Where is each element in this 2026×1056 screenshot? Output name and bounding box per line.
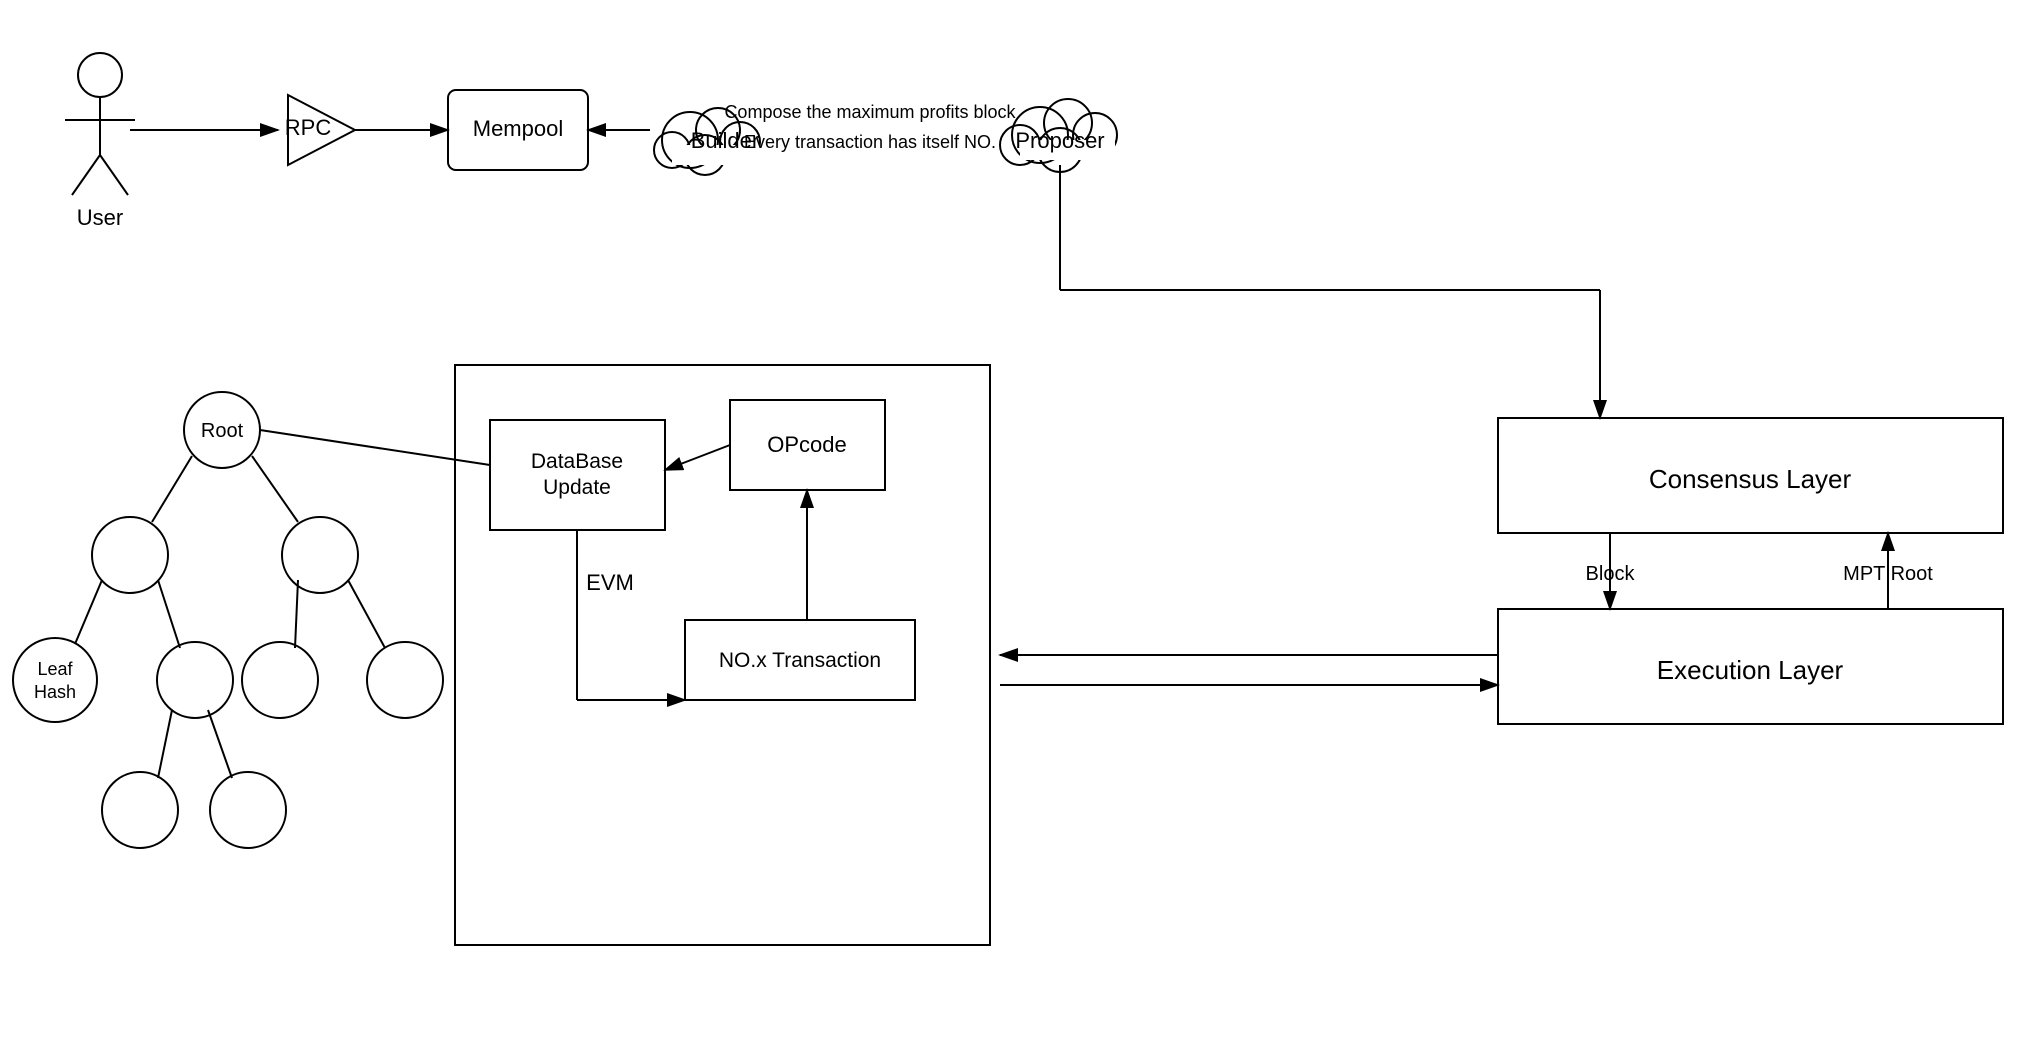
- l1-left-ll-line: [75, 580, 102, 644]
- tree-node-l2-rl: [242, 642, 318, 718]
- diagram-canvas: User RPC Mempool Builder Compose the max…: [0, 0, 2026, 1056]
- root-l1-left-line: [152, 456, 192, 522]
- tree-node-l1-left: [92, 517, 168, 593]
- opcode-label: OPcode: [767, 432, 847, 457]
- database-update-label2: Update: [543, 476, 611, 499]
- tree-node-l3-2: [210, 772, 286, 848]
- database-update-label1: DataBase: [531, 450, 623, 473]
- l1-left-lr-line: [158, 580, 180, 648]
- l1-right-rr-line: [348, 580, 385, 648]
- user-head: [78, 53, 122, 97]
- tree-node-l1-right: [282, 517, 358, 593]
- execution-layer-label: Execution Layer: [1657, 655, 1844, 685]
- notransaction-label: NO.x Transaction: [719, 649, 881, 672]
- user-left-leg: [72, 155, 100, 195]
- leaf-hash-label1: Leaf: [37, 659, 73, 679]
- rpc-label: RPC: [285, 115, 332, 140]
- compose-text1: Compose the maximum profits block: [724, 102, 1016, 122]
- root-label: Root: [201, 420, 244, 442]
- evm-label: EVM: [586, 570, 634, 595]
- user-label: User: [77, 205, 123, 230]
- consensus-layer-label: Consensus Layer: [1649, 464, 1852, 494]
- tree-node-l2-rr: [367, 642, 443, 718]
- user-right-leg: [100, 155, 128, 195]
- root-l1-right-line: [252, 456, 298, 522]
- tree-node-leaf-hash: [13, 638, 97, 722]
- lr-l3-1-line: [158, 710, 172, 778]
- compose-text2: Every transaction has itself NO.: [744, 132, 996, 152]
- main-svg: User RPC Mempool Builder Compose the max…: [0, 0, 2026, 1056]
- mempool-label: Mempool: [473, 116, 563, 141]
- proposer-label: Proposer: [1015, 128, 1104, 153]
- tree-node-l2-lr: [157, 642, 233, 718]
- database-update-rect: [490, 420, 665, 530]
- leaf-hash-label2: Hash: [34, 682, 76, 702]
- lr-l3-2-line: [208, 710, 232, 778]
- l1-right-rl-line: [295, 580, 298, 648]
- tree-node-l3-1: [102, 772, 178, 848]
- arrow-opcode-database: [665, 445, 730, 470]
